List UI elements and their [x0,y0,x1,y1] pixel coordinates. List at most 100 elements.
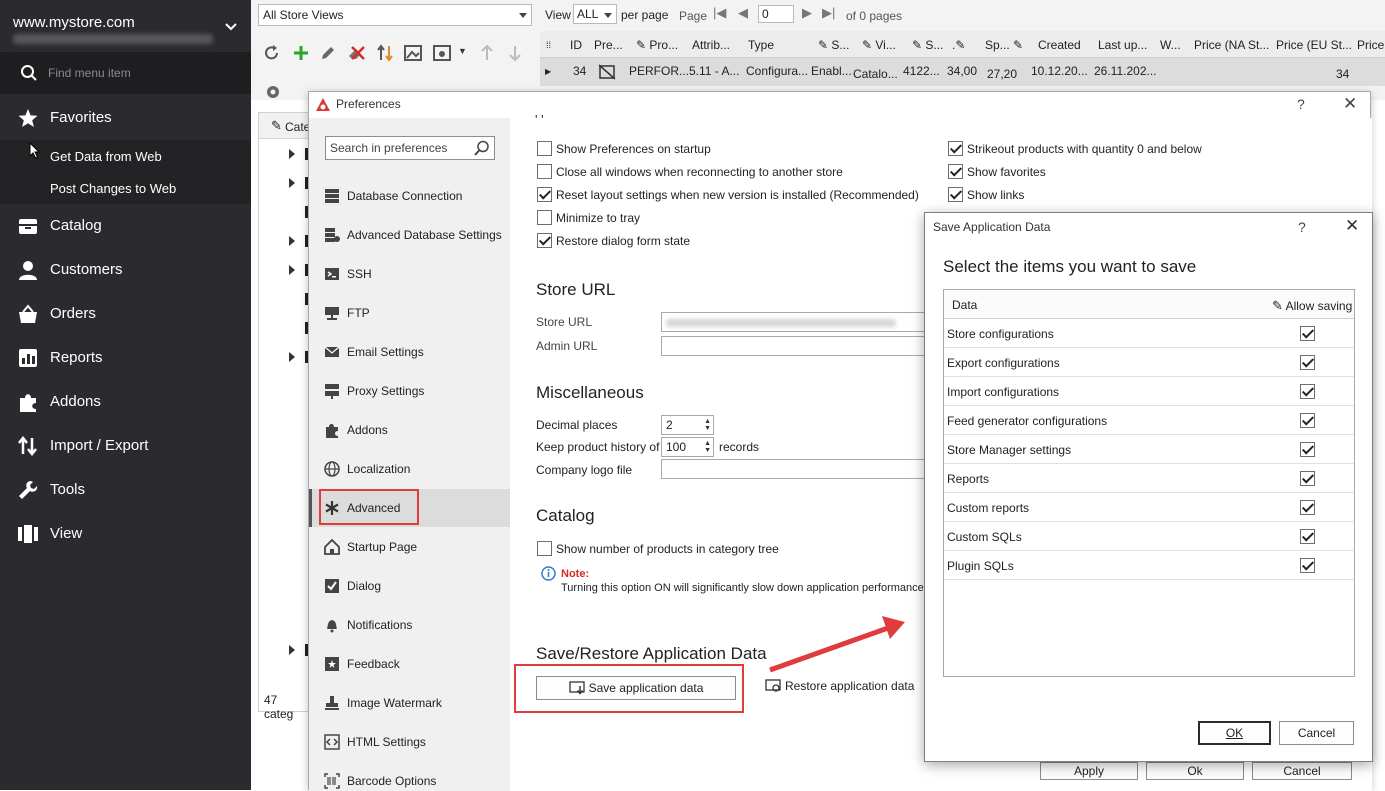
help-button[interactable]: ? [1297,96,1305,112]
show-links-checkbox[interactable] [948,187,963,202]
column-header[interactable]: Price [1357,38,1384,52]
nav-tools[interactable]: Tools [0,468,251,512]
help-button[interactable]: ? [1298,219,1306,235]
add-icon[interactable] [292,44,310,62]
table-row[interactable]: Plugin SQLs [944,551,1354,580]
import-export-icon[interactable] [376,44,394,62]
pref-nav-localization[interactable]: Localization [309,450,510,488]
restore-dialog-checkbox[interactable] [537,233,552,248]
move-up-icon[interactable] [478,44,496,62]
allow-saving-checkbox[interactable] [1300,355,1315,370]
column-header[interactable]: Last up... [1098,38,1147,52]
search-icon[interactable] [474,140,490,156]
allow-saving-checkbox[interactable] [1300,326,1315,341]
grid-menu-icon[interactable]: ⁞⁞ [546,40,551,50]
pref-nav-html-settings[interactable]: HTML Settings [309,723,510,761]
column-header[interactable]: ✎ Vi... [862,38,896,52]
reset-layout-checkbox[interactable] [537,187,552,202]
pref-nav-database-connection[interactable]: Database Connection [309,177,510,215]
pref-nav-image-watermark[interactable]: Image Watermark [309,684,510,722]
pref-nav-dialog[interactable]: Dialog [309,567,510,605]
last-page-icon[interactable]: ▶| [822,5,835,21]
nav-addons[interactable]: Addons [0,380,251,424]
table-row[interactable]: ▶ 34 PERFOR... 5.11 - A... Configura... … [540,58,1385,86]
allow-saving-checkbox[interactable] [1300,442,1315,457]
first-page-icon[interactable]: |◀ [713,5,726,21]
allow-saving-checkbox[interactable] [1300,413,1315,428]
allow-saving-checkbox[interactable] [1300,500,1315,515]
allow-saving-checkbox[interactable] [1300,558,1315,573]
show-favorites-checkbox[interactable] [948,164,963,179]
store-selector[interactable]: www.mystore.com [0,0,251,52]
pref-nav-ftp[interactable]: FTP [309,294,510,332]
close-button[interactable]: ✕ [1345,216,1359,236]
dialog-cancel-button[interactable]: Cancel [1279,721,1354,745]
minimize-tray-checkbox[interactable] [537,210,552,225]
expand-icon[interactable] [289,236,295,246]
table-row[interactable]: Store Manager settings [944,435,1354,464]
view-select[interactable]: ALL [573,4,617,24]
expand-icon[interactable] [289,149,295,159]
column-header[interactable]: Type [748,38,774,52]
allow-saving-checkbox[interactable] [1300,529,1315,544]
favorite-post-changes[interactable]: Post Changes to Web [0,172,251,204]
next-page-icon[interactable]: ▶ [802,5,812,21]
nav-favorites[interactable]: Favorites [0,96,251,140]
edit-icon[interactable]: ✎ [271,118,282,134]
expand-icon[interactable] [289,178,295,188]
column-header-allow[interactable]: ✎ Allow saving [1272,298,1352,314]
nav-view[interactable]: View [0,512,251,556]
column-header[interactable]: Pre... [594,38,623,52]
move-down-icon[interactable] [506,44,524,62]
pref-nav-notifications[interactable]: Notifications [309,606,510,644]
restore-application-data-button[interactable]: Restore application data [765,679,914,693]
column-header[interactable]: Sp... ✎ [985,38,1023,52]
nav-import-export[interactable]: Import / Export [0,424,251,468]
column-header[interactable]: ✎ S... [818,38,849,52]
chevron-down-icon[interactable] [224,22,238,32]
column-header[interactable]: W... [1160,38,1181,52]
dialog-ok-button[interactable]: OK [1198,721,1271,745]
column-header-data[interactable]: Data [952,298,977,312]
column-header[interactable]: Created [1038,38,1081,52]
nav-reports[interactable]: Reports [0,336,251,380]
edit-icon[interactable] [319,44,337,62]
cancel-button[interactable]: Cancel [1252,762,1352,780]
column-header[interactable]: ✎ S... [912,38,943,52]
pref-nav-startup-page[interactable]: Startup Page [309,528,510,566]
gear-icon[interactable] [264,83,282,101]
table-row[interactable]: Custom reports [944,493,1354,522]
dropdown-arrow-icon[interactable]: ▼ [458,46,467,56]
image-icon[interactable] [404,44,422,62]
table-row[interactable]: Import configurations [944,377,1354,406]
refresh-icon[interactable] [263,44,281,62]
column-header[interactable]: Price (NA St... [1194,38,1269,52]
table-row[interactable]: Reports [944,464,1354,493]
ok-button[interactable]: Ok [1146,762,1244,780]
delete-icon[interactable] [349,44,367,62]
pref-nav-advanced-database[interactable]: Advanced Database Settings [309,216,510,254]
column-header[interactable]: ID [570,38,582,52]
column-header[interactable]: .✎ [952,38,965,52]
preferences-search-input[interactable]: Search in preferences [325,136,495,160]
expand-icon[interactable] [289,645,295,655]
show-products-count-checkbox[interactable] [537,541,552,556]
nav-customers[interactable]: Customers [0,248,251,292]
store-url-input[interactable] [661,312,933,332]
preview-icon[interactable] [433,44,451,62]
spin-arrows-icon[interactable]: ▲ ▼ [704,440,711,454]
expand-icon[interactable] [289,265,295,275]
prev-page-icon[interactable]: ◀ [738,5,748,21]
logo-file-input[interactable] [661,459,933,479]
pref-nav-addons[interactable]: Addons [309,411,510,449]
pref-nav-email[interactable]: Email Settings [309,333,510,371]
table-row[interactable]: Export configurations [944,348,1354,377]
pref-nav-feedback[interactable]: Feedback [309,645,510,683]
history-spinner[interactable]: 100 ▲ ▼ [661,437,714,457]
store-view-select[interactable]: All Store Views [258,4,532,26]
table-row[interactable]: Store configurations [944,319,1354,348]
nav-orders[interactable]: Orders [0,292,251,336]
apply-button[interactable]: Apply [1040,762,1138,780]
table-row[interactable]: Feed generator configurations [944,406,1354,435]
menu-search[interactable]: Find menu item [0,52,251,94]
